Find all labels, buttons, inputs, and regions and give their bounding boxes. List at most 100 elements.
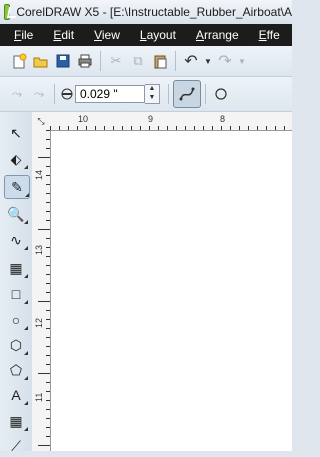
ruler-number: 14 [34, 169, 44, 180]
ruler-number: 13 [34, 244, 44, 255]
print-icon[interactable] [74, 50, 96, 72]
horizontal-ruler[interactable]: 10 9 8 [50, 112, 292, 131]
ruler-tick [284, 126, 285, 130]
text-tool-icon[interactable]: A [4, 384, 28, 406]
cut-icon[interactable]: ✂ [105, 50, 127, 72]
ruler-tick [59, 126, 60, 130]
flyout-indicator-icon [24, 220, 28, 224]
outline-width-spinner[interactable]: ▲ ▼ [145, 84, 160, 104]
coreldraw-app-icon[interactable] [4, 4, 11, 20]
menu-arrange[interactable]: Arrange [196, 28, 239, 42]
outline-width-field[interactable] [75, 85, 145, 103]
property-bar: ⤳ ⤳ ▲ ▼ [0, 77, 292, 112]
parallel-dimension-tool-icon[interactable]: ⟋ [4, 435, 28, 457]
save-icon[interactable] [52, 50, 74, 72]
flyout-indicator-icon [24, 351, 28, 355]
ruler-tick [38, 301, 50, 302]
ruler-tick [104, 126, 105, 130]
shape-tool-icon[interactable]: ⬖ [4, 148, 28, 170]
freehand-tool-icon[interactable]: ✎ [4, 175, 30, 199]
ruler-tick [38, 157, 50, 158]
ruler-tick [46, 418, 50, 419]
menu-edit[interactable]: Edit [53, 28, 74, 42]
paste-icon[interactable] [149, 50, 171, 72]
toolbar-separator [168, 84, 169, 104]
flyout-indicator-icon [24, 427, 28, 431]
smart-drawing-tool-icon[interactable]: ∿ [4, 229, 28, 251]
flyout-indicator-icon [24, 376, 28, 380]
flyout-indicator-icon [24, 246, 28, 250]
polygon-tool-icon[interactable]: ⬡ [4, 334, 28, 356]
ruler-tick [46, 337, 50, 338]
ruler-tick [38, 445, 50, 446]
circle-icon[interactable] [210, 83, 232, 105]
drawing-canvas[interactable] [51, 131, 292, 451]
ruler-tick [158, 126, 159, 130]
ruler-tick [77, 126, 78, 130]
ruler-tick [46, 175, 50, 176]
ruler-tick [95, 126, 96, 130]
redo-icon[interactable]: ↷ [214, 50, 236, 72]
copy-icon[interactable]: ⧉ [127, 50, 149, 72]
ruler-tick [46, 247, 50, 248]
ruler-tick [46, 319, 50, 320]
table-tool-icon[interactable]: ▦ [4, 410, 28, 432]
ruler-origin-icon[interactable]: ⤡ [32, 112, 51, 131]
dropdown-icon[interactable]: ▼ [202, 50, 214, 72]
ruler-number: 11 [34, 392, 44, 402]
ruler-tick [257, 126, 258, 130]
ruler-tick [38, 229, 50, 230]
smart-fill-tool-icon[interactable]: ▦ [4, 257, 28, 279]
vertical-ruler[interactable]: 14 13 12 11 [32, 130, 51, 451]
menu-effects[interactable]: Effe [259, 28, 280, 42]
flyout-indicator-icon [24, 326, 28, 330]
undo-icon[interactable]: ↶ [180, 50, 202, 72]
ruler-tick [46, 274, 50, 275]
ruler-tick [248, 126, 249, 130]
segment-icon[interactable]: ⤳ [6, 83, 28, 105]
menu-file[interactable]: File [14, 28, 33, 42]
ruler-tick [46, 436, 50, 437]
ruler-tick [46, 364, 50, 365]
toolbar-separator [175, 51, 176, 71]
spin-down-icon[interactable]: ▼ [145, 94, 159, 103]
spin-up-icon[interactable]: ▲ [145, 85, 159, 94]
basic-shapes-tool-icon[interactable]: ⬠ [4, 359, 28, 381]
ruler-tick [275, 126, 276, 130]
freehand-mode-icon[interactable] [173, 80, 201, 108]
ruler-tick [68, 126, 69, 130]
open-icon[interactable] [30, 50, 52, 72]
ruler-tick [46, 427, 50, 428]
toolbox: ↖ ⬖ ✎ 🔍 ∿ ▦ □ ○ ⬡ ⬠ A ▦ ⟋ [0, 112, 33, 454]
ruler-tick [46, 139, 50, 140]
flyout-indicator-icon [24, 401, 28, 405]
menu-layout[interactable]: Layout [140, 28, 176, 42]
ellipse-tool-icon[interactable]: ○ [4, 309, 28, 331]
standard-toolbar: ✂ ⧉ ↶ ▼ ↷ ▼ [0, 46, 292, 77]
ruler-tick [266, 126, 267, 130]
pick-tool-icon[interactable]: ↖ [4, 122, 28, 144]
outline-width-icon [59, 83, 75, 105]
ruler-tick [46, 184, 50, 185]
ruler-tick [46, 409, 50, 410]
toolbar-separator [100, 51, 101, 71]
ruler-tick [131, 126, 132, 130]
node-icon[interactable]: ⤳ [28, 83, 50, 105]
zoom-tool-icon[interactable]: 🔍 [4, 203, 28, 225]
ruler-tick [46, 283, 50, 284]
ruler-tick [176, 126, 177, 130]
rectangle-tool-icon[interactable]: □ [4, 283, 28, 305]
ruler-tick [46, 265, 50, 266]
flyout-indicator-icon [24, 274, 28, 278]
ruler-tick [185, 126, 186, 130]
new-icon[interactable] [8, 50, 30, 72]
ruler-tick [46, 382, 50, 383]
ruler-tick [46, 148, 50, 149]
ruler-tick [46, 355, 50, 356]
menu-view[interactable]: View [94, 28, 120, 42]
toolbar-separator [54, 84, 55, 104]
redo-dropdown-icon[interactable]: ▼ [236, 50, 248, 72]
flyout-indicator-icon [24, 300, 28, 304]
ruler-number: 9 [148, 114, 154, 124]
window-title: CorelDRAW X5 - [E:\Instructable_Rubber_A… [16, 5, 292, 19]
